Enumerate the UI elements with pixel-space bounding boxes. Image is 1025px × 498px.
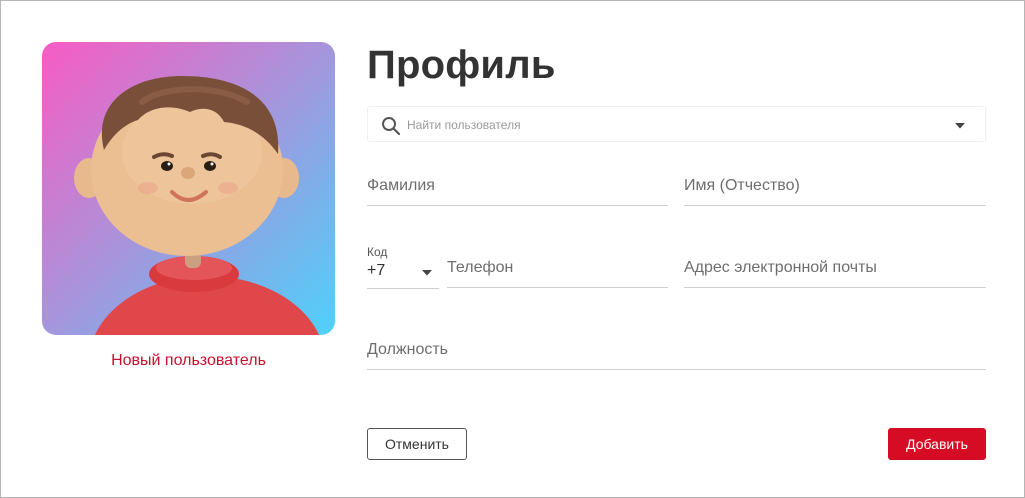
page-title: Профиль bbox=[367, 43, 556, 87]
search-icon bbox=[382, 117, 401, 136]
profile-dialog: Новый пользователь Профиль Код +7 От bbox=[0, 0, 1025, 498]
phone-code-select[interactable]: +7 bbox=[367, 260, 439, 289]
phone-code-value: +7 bbox=[367, 262, 386, 279]
position-field[interactable] bbox=[367, 339, 986, 370]
last-name-input[interactable] bbox=[367, 175, 668, 197]
avatar-illustration bbox=[74, 76, 320, 335]
caret-down-icon bbox=[422, 270, 432, 276]
user-search-combobox[interactable] bbox=[367, 106, 986, 142]
last-name-field[interactable] bbox=[367, 175, 668, 206]
new-user-caption: Новый пользователь bbox=[111, 352, 266, 369]
first-name-input[interactable] bbox=[684, 175, 986, 197]
phone-input[interactable] bbox=[447, 257, 668, 279]
add-button[interactable]: Добавить bbox=[888, 428, 986, 460]
email-input[interactable] bbox=[684, 257, 986, 279]
search-input[interactable] bbox=[407, 115, 927, 135]
first-name-field[interactable] bbox=[684, 175, 986, 206]
caret-down-icon[interactable] bbox=[954, 122, 966, 130]
avatar[interactable] bbox=[42, 42, 335, 335]
position-input[interactable] bbox=[367, 339, 986, 361]
phone-code-label: Код bbox=[367, 245, 388, 259]
cancel-button[interactable]: Отменить bbox=[367, 428, 467, 460]
phone-field[interactable] bbox=[447, 257, 668, 288]
email-field[interactable] bbox=[684, 257, 986, 288]
